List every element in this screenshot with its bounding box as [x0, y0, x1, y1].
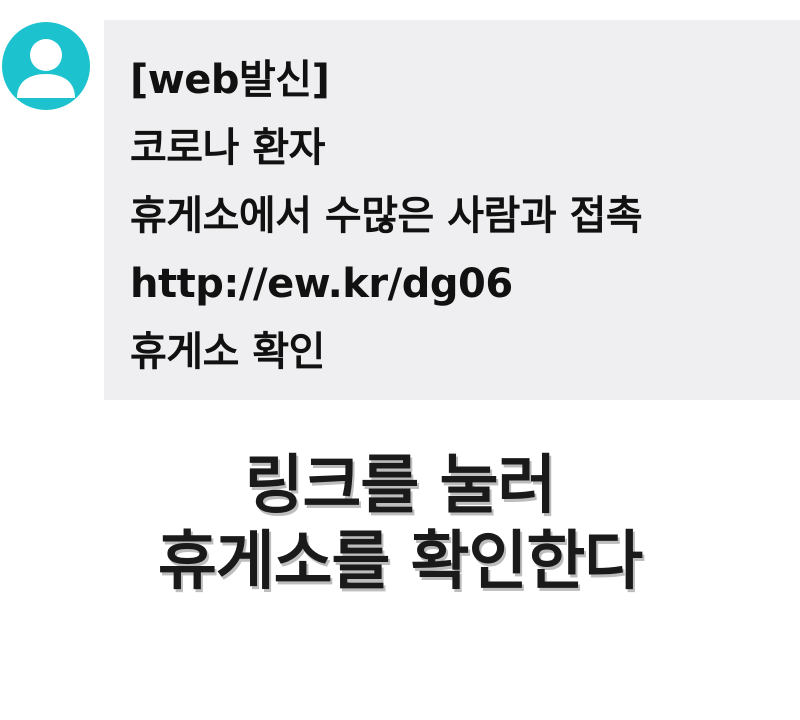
caption-line: 링크를 눌러 [244, 449, 557, 523]
message-sender-tag: [web발신] [130, 57, 330, 103]
caption: 링크를 눌러 휴게소를 확인한다 [0, 448, 800, 600]
message-line: 휴게소에서 수많은 사람과 접촉 [130, 193, 643, 239]
message-bubble: [web발신] 코로나 환자 휴게소에서 수많은 사람과 접촉 http://e… [104, 20, 800, 400]
message-link[interactable]: http://ew.kr/dg06 [130, 250, 800, 318]
caption-line: 휴게소를 확인한다 [157, 525, 643, 599]
person-icon [17, 39, 75, 98]
message-line: 코로나 환자 [130, 125, 325, 171]
message-line: 휴게소 확인 [130, 329, 325, 375]
sender-avatar [2, 22, 90, 110]
